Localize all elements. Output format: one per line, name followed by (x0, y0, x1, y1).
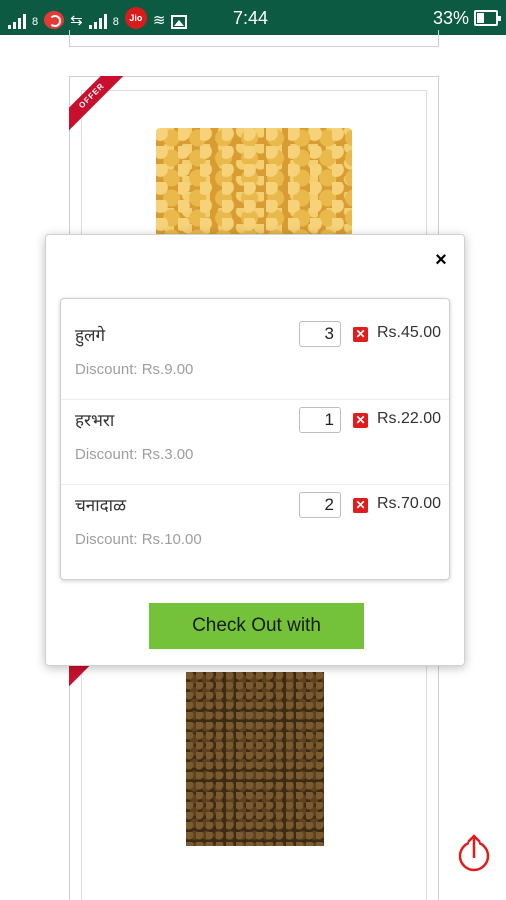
item-price: Rs.22.00 (377, 410, 442, 427)
signal-icon-2 (88, 13, 107, 29)
quantity-field[interactable]: 3 (299, 321, 341, 347)
clock: 7:44 (233, 8, 269, 28)
offer-ribbon: OFFER (69, 76, 125, 132)
quantity-field[interactable]: 2 (299, 492, 341, 518)
remove-icon[interactable]: ✕ (353, 498, 368, 513)
item-price: Rs.45.00 (377, 324, 442, 341)
gallery-icon (171, 15, 188, 29)
cart-modal: × हुलगे 3 ✕ Rs.45.00 Discount: Rs.9.00 ह… (45, 234, 465, 666)
jio-icon: Jio (124, 7, 147, 29)
item-price: Rs.70.00 (377, 495, 442, 512)
product-image-dal[interactable] (156, 128, 352, 238)
share-icon[interactable] (456, 832, 492, 872)
cart-item: चनादाळ 2 ✕ Rs.70.00 Discount: Rs.10.00 (61, 484, 449, 569)
quantity-field[interactable]: 1 (299, 407, 341, 433)
product-card-previous (69, 30, 439, 47)
sim2-label: 8 (112, 16, 119, 28)
remove-icon[interactable]: ✕ (353, 327, 368, 342)
checkout-button[interactable]: Check Out with (149, 603, 364, 649)
sim1-label: 8 (32, 16, 39, 28)
item-discount: Discount: Rs.3.00 (75, 446, 194, 463)
item-discount: Discount: Rs.10.00 (75, 531, 202, 548)
battery-icon (474, 10, 501, 26)
signal-icon (8, 13, 26, 29)
item-discount: Discount: Rs.9.00 (75, 361, 194, 378)
wifi-icon: ≋ (152, 12, 166, 29)
close-icon[interactable]: × (430, 249, 452, 271)
status-icons: 8 ⇆ 8 Jio ≋ (8, 7, 188, 29)
battery-percent: 33% (433, 8, 470, 28)
cart-item: हुलगे 3 ✕ Rs.45.00 Discount: Rs.9.00 (61, 299, 449, 384)
product-image-moth[interactable] (186, 672, 324, 846)
item-name: हुलगे (75, 326, 106, 346)
remove-icon[interactable]: ✕ (353, 413, 368, 428)
data-transfer-icon: ⇆ (70, 12, 83, 29)
airtel-icon (44, 11, 65, 29)
item-name: हरभरा (75, 411, 115, 431)
cart-items-list: हुलगे 3 ✕ Rs.45.00 Discount: Rs.9.00 हरभ… (60, 298, 450, 580)
cart-item: हरभरा 1 ✕ Rs.22.00 Discount: Rs.3.00 (61, 399, 449, 484)
item-name: चनादाळ (75, 496, 126, 516)
